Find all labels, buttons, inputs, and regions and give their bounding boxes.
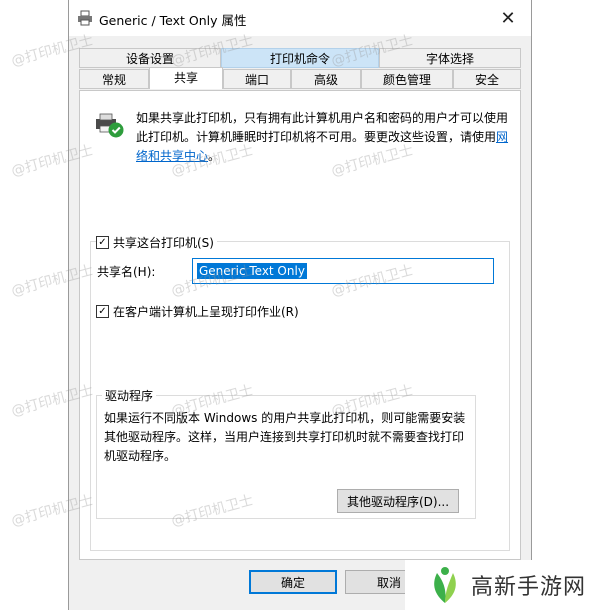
- other-drivers-button[interactable]: 其他驱动程序(D)...: [337, 489, 459, 513]
- intro-suffix: 。: [208, 149, 221, 163]
- tab-device-settings[interactable]: 设备设置: [79, 48, 221, 68]
- tab-ports[interactable]: 端口: [223, 69, 291, 89]
- leaf-logo-icon: [434, 567, 456, 603]
- site-logo: 高新手游网: [405, 560, 600, 610]
- share-printer-label: 共享这台打印机(S): [113, 236, 214, 250]
- checkbox-check-icon: ✓: [96, 305, 109, 318]
- driver-description: 如果运行不同版本 Windows 的用户共享此打印机，则可能需要安装其他驱动程序…: [104, 411, 466, 463]
- intro-text: 如果共享此打印机，只有拥有此计算机用户名和密码的用户才可以使用此打印机。计算机睡…: [136, 111, 509, 144]
- tab-printer-commands[interactable]: 打印机命令: [221, 48, 379, 68]
- share-name-input[interactable]: Generic Text Only: [192, 258, 494, 284]
- render-jobs-label: 在客户端计算机上呈现打印作业(R): [113, 305, 299, 319]
- window-title: Generic / Text Only 属性: [99, 13, 247, 28]
- share-name-label: 共享名(H):: [97, 265, 156, 279]
- printer-icon: [78, 10, 92, 26]
- share-name-value: Generic Text Only: [197, 263, 307, 279]
- render-jobs-checkbox[interactable]: ✓ 在客户端计算机上呈现打印作业(R): [96, 303, 299, 320]
- sharing-intro: 如果共享此打印机，只有拥有此计算机用户名和密码的用户才可以使用此打印机。计算机睡…: [136, 109, 510, 166]
- properties-window: Generic / Text Only 属性 ✕ 设备设置 打印机命令 字体选择…: [68, 0, 532, 610]
- title-bar: Generic / Text Only 属性 ✕: [69, 0, 531, 36]
- tab-sharing[interactable]: 共享: [149, 67, 223, 89]
- tab-general[interactable]: 常规: [79, 69, 149, 89]
- close-button[interactable]: ✕: [485, 0, 531, 36]
- tab-font-selection[interactable]: 字体选择: [379, 48, 521, 68]
- share-printer-checkbox[interactable]: ✓ 共享这台打印机(S): [96, 234, 217, 251]
- checkbox-check-icon: ✓: [96, 236, 109, 249]
- close-icon: ✕: [500, 7, 516, 29]
- tab-advanced[interactable]: 高级: [291, 69, 361, 89]
- ok-button[interactable]: 确定: [249, 570, 337, 594]
- tab-security[interactable]: 安全: [453, 69, 521, 89]
- tab-color-management[interactable]: 颜色管理: [361, 69, 453, 89]
- logo-text: 高新手游网: [471, 575, 587, 600]
- sharing-panel: 如果共享此打印机，只有拥有此计算机用户名和密码的用户才可以使用此打印机。计算机睡…: [79, 90, 521, 560]
- driver-legend: 驱动程序: [102, 387, 157, 404]
- shared-printer-icon: [96, 113, 124, 138]
